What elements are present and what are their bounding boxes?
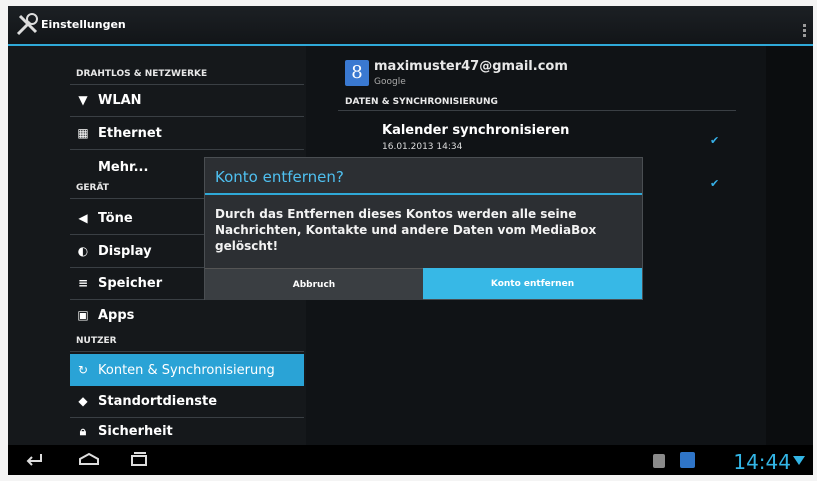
app-title: Einstellungen <box>41 18 126 31</box>
settings-item-accounts-sync[interactable]: ↻ Konten & Synchronisierung <box>70 354 304 386</box>
dialog-title: Konto entfernen? <box>215 168 344 186</box>
sync-item-calendar-title[interactable]: Kalender synchronisieren <box>382 123 569 138</box>
app-notification-icon[interactable] <box>680 452 695 468</box>
section-header-wireless: DRAHTLOS & NETZWERKE <box>76 69 208 79</box>
sync-second-checkbox[interactable]: ✔ <box>710 177 719 190</box>
sync-calendar-checkbox[interactable]: ✔ <box>710 134 719 147</box>
cancel-button[interactable]: Abbruch <box>205 268 423 300</box>
sync-section-header: DATEN & SYNCHRONISIERUNG <box>345 97 498 107</box>
dialog-message: Durch das Entfernen dieses Kontos werden… <box>215 207 597 253</box>
settings-item-apps[interactable]: ▣ Apps <box>70 300 304 330</box>
sync-item-calendar-date: 16.01.2013 14:34 <box>382 142 463 152</box>
lock-icon: 🔒︎ <box>79 424 87 438</box>
section-header-device: GERÄT <box>76 183 109 193</box>
account-email: maximuster47@gmail.com <box>374 59 568 74</box>
ethernet-icon: ▦ <box>77 126 89 140</box>
settings-item-security[interactable]: 🔒︎ Sicherheit <box>70 418 304 445</box>
apps-icon: ▣ <box>77 308 89 322</box>
wifi-status-icon <box>793 456 805 465</box>
back-icon[interactable] <box>25 452 43 466</box>
notification-icon[interactable] <box>653 454 665 468</box>
google-account-icon: 8 <box>345 60 369 86</box>
clock[interactable]: 14:44 <box>733 450 791 474</box>
android-screen: Einstellungen DRAHTLOS & NETZWERKE ▼ WLA… <box>8 6 813 475</box>
remove-account-dialog: Konto entfernen? Durch das Entfernen die… <box>204 157 643 300</box>
display-icon: ◐ <box>77 244 89 258</box>
settings-item-ethernet[interactable]: ▦ Ethernet <box>70 118 304 148</box>
storage-icon: ≡ <box>77 276 89 290</box>
location-icon: ◆ <box>78 394 88 408</box>
action-bar: Einstellungen <box>8 6 813 46</box>
remove-account-button[interactable]: Konto entfernen <box>423 268 642 299</box>
speaker-icon: ◀ <box>78 211 88 225</box>
recent-apps-icon[interactable] <box>130 452 148 466</box>
settings-item-location[interactable]: ◆ Standortdienste <box>70 386 304 416</box>
settings-item-wlan[interactable]: ▼ WLAN <box>70 85 304 115</box>
overflow-menu-icon[interactable] <box>803 24 807 39</box>
wifi-icon: ▼ <box>78 93 88 107</box>
account-type: Google <box>374 77 406 87</box>
tools-icon[interactable] <box>14 12 40 38</box>
home-icon[interactable] <box>78 452 100 466</box>
sync-icon: ↻ <box>77 363 89 377</box>
section-header-user: NUTZER <box>76 336 117 346</box>
